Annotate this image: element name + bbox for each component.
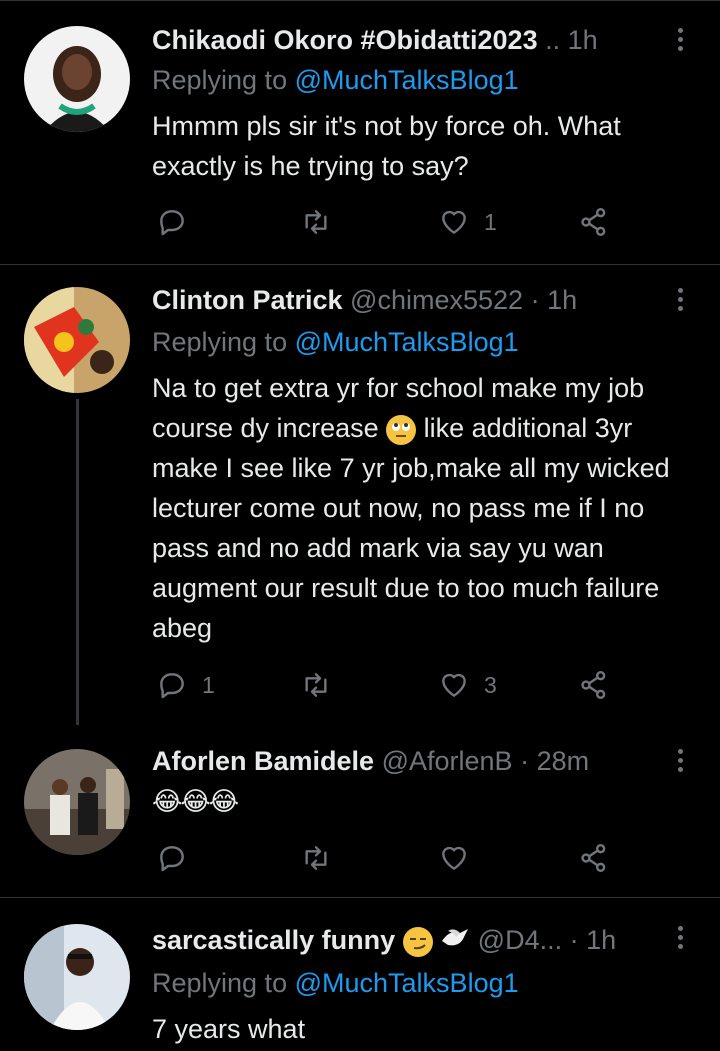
reply-icon xyxy=(160,673,184,699)
timestamp[interactable]: 28m xyxy=(537,746,590,776)
replying-to: Replying to @MuchTalksBlog1 xyxy=(152,965,519,1001)
share-icon xyxy=(581,208,606,236)
retweet-icon xyxy=(305,673,327,697)
tweet-text: Na to get extra yr for school make my jo… xyxy=(152,368,702,648)
tweet-3[interactable]: Aforlen Bamidele @AforlenB · 28m 😂😂😂 xyxy=(0,725,720,897)
separator-dot: .. xyxy=(545,25,561,55)
replying-to: Replying to @MuchTalksBlog1 xyxy=(152,62,519,98)
mention-link[interactable]: @MuchTalksBlog1 xyxy=(295,968,519,998)
tweet-2[interactable]: Clinton Patrick @chimex5522 · 1h Replyin… xyxy=(0,265,720,725)
replying-to: Replying to @MuchTalksBlog1 xyxy=(152,324,519,360)
like-icon xyxy=(442,673,466,697)
action-bar xyxy=(152,838,632,878)
reply-icon xyxy=(160,846,184,872)
avatar[interactable] xyxy=(24,924,130,1030)
retweet-icon xyxy=(305,846,327,870)
reply-count: 1 xyxy=(202,671,215,698)
avatar[interactable] xyxy=(24,749,130,855)
share-icon xyxy=(581,844,606,872)
like-count: 3 xyxy=(484,671,497,698)
reply-button[interactable]: 1 xyxy=(156,665,215,705)
replying-prefix: Replying to xyxy=(152,65,288,95)
reply-button[interactable] xyxy=(156,838,202,878)
replying-prefix: Replying to xyxy=(152,327,288,357)
more-icon[interactable] xyxy=(668,922,692,958)
action-bar: 1 3 xyxy=(152,665,632,705)
more-icon[interactable] xyxy=(668,745,692,781)
like-icon xyxy=(442,210,466,234)
separator-dot: · xyxy=(569,925,579,955)
like-count: 1 xyxy=(484,208,497,235)
more-icon[interactable] xyxy=(668,284,692,320)
display-name[interactable]: Aforlen Bamidele xyxy=(152,746,374,776)
like-button[interactable] xyxy=(438,838,484,878)
replying-prefix: Replying to xyxy=(152,968,288,998)
tweet-1[interactable]: Chikaodi Okoro #Obidatti2023 .. 1h Reply… xyxy=(0,0,720,264)
mention-link[interactable]: @MuchTalksBlog1 xyxy=(295,327,519,357)
like-button[interactable]: 1 xyxy=(438,202,497,242)
tweet-header: sarcastically funny @D4... · 1h xyxy=(152,922,680,958)
reply-button[interactable] xyxy=(156,202,202,242)
share-button[interactable] xyxy=(578,202,610,242)
display-name[interactable]: sarcastically funny xyxy=(152,925,395,955)
handle[interactable]: @chimex5522 xyxy=(350,285,523,315)
reply-icon xyxy=(160,210,184,236)
handle[interactable]: @AforlenB xyxy=(382,746,513,776)
share-icon xyxy=(581,671,606,699)
more-icon[interactable] xyxy=(668,24,692,60)
mention-link[interactable]: @MuchTalksBlog1 xyxy=(295,65,519,95)
timestamp[interactable]: 1h xyxy=(568,25,598,55)
display-name[interactable]: Clinton Patrick xyxy=(152,285,343,315)
display-name[interactable]: Chikaodi Okoro #Obidatti2023 xyxy=(152,25,538,55)
handle[interactable]: @D4... xyxy=(478,925,562,955)
retweet-button[interactable] xyxy=(300,838,346,878)
tweet-4[interactable]: sarcastically funny @D4... · 1h Replying… xyxy=(0,898,720,1051)
dove-icon xyxy=(440,924,470,958)
avatar[interactable] xyxy=(24,26,130,132)
tweet-header: Clinton Patrick @chimex5522 · 1h xyxy=(152,282,680,318)
like-button[interactable]: 3 xyxy=(438,665,497,705)
avatar[interactable] xyxy=(24,287,130,393)
retweet-button[interactable] xyxy=(300,202,346,242)
eye-roll-emoji-icon xyxy=(386,414,417,445)
like-icon xyxy=(442,846,466,870)
retweet-button[interactable] xyxy=(300,665,346,705)
retweet-icon xyxy=(305,210,327,234)
timestamp[interactable]: 1h xyxy=(547,285,577,315)
tweet-text: Hmmm pls sir it's not by force oh. What … xyxy=(152,111,621,181)
tweet-header: Aforlen Bamidele @AforlenB · 28m xyxy=(152,743,680,779)
separator-dot: · xyxy=(530,285,540,315)
tweet-text-part2: like additional 3yr make I see like 7 yr… xyxy=(152,413,670,643)
timestamp[interactable]: 1h xyxy=(586,925,616,955)
share-button[interactable] xyxy=(578,838,610,878)
share-button[interactable] xyxy=(578,665,610,705)
tweet-text: 7 years what xyxy=(152,1014,306,1044)
separator-dot: · xyxy=(520,746,530,776)
tweet-header: Chikaodi Okoro #Obidatti2023 .. 1h xyxy=(152,22,680,58)
smirk-emoji-icon xyxy=(402,926,433,957)
tweet-text: 😂😂😂 xyxy=(152,786,239,816)
thread-line xyxy=(76,399,79,725)
action-bar: 1 xyxy=(152,202,632,242)
